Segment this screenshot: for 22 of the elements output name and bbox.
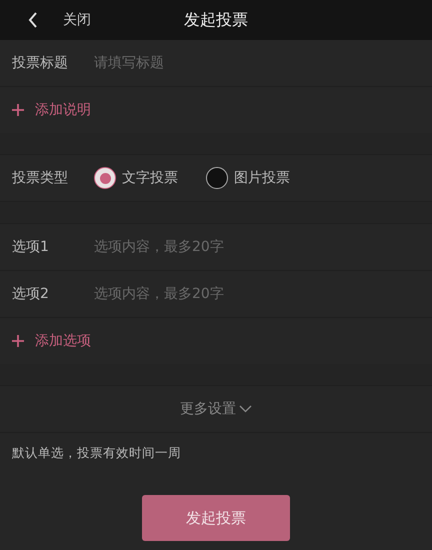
add-description-button[interactable]: 添加说明 bbox=[12, 101, 91, 119]
chevron-down-icon bbox=[239, 405, 252, 413]
field-label: 投票类型 bbox=[12, 169, 69, 187]
radio-option[interactable]: 文字投票 bbox=[94, 167, 178, 189]
field-label: 投票标题 bbox=[12, 54, 69, 72]
option-label: 选项1 bbox=[12, 238, 50, 256]
page-title: 发起投票 bbox=[184, 10, 248, 30]
back-icon bbox=[27, 11, 39, 29]
more-settings-button[interactable]: 更多设置 bbox=[180, 400, 252, 418]
add-option-button[interactable]: 添加选项 bbox=[12, 332, 91, 350]
plus-icon bbox=[12, 335, 24, 347]
option-input-field[interactable]: 选项内容，最多20字 bbox=[94, 239, 344, 255]
radio-button[interactable] bbox=[206, 167, 228, 189]
submit-button[interactable]: 发起投票 bbox=[142, 495, 290, 541]
plus-icon bbox=[12, 104, 24, 116]
option-input-field[interactable]: 选项内容，最多20字 bbox=[94, 286, 344, 302]
close-button[interactable]: 关闭 bbox=[27, 11, 91, 29]
radio-option[interactable]: 图片投票 bbox=[206, 167, 290, 189]
title-input-field[interactable]: 请填写标题 bbox=[94, 55, 344, 71]
option-label: 选项2 bbox=[12, 285, 50, 303]
radio-button[interactable] bbox=[94, 167, 116, 189]
note-text: 默认单选，投票有效时间一周 bbox=[11, 444, 182, 462]
